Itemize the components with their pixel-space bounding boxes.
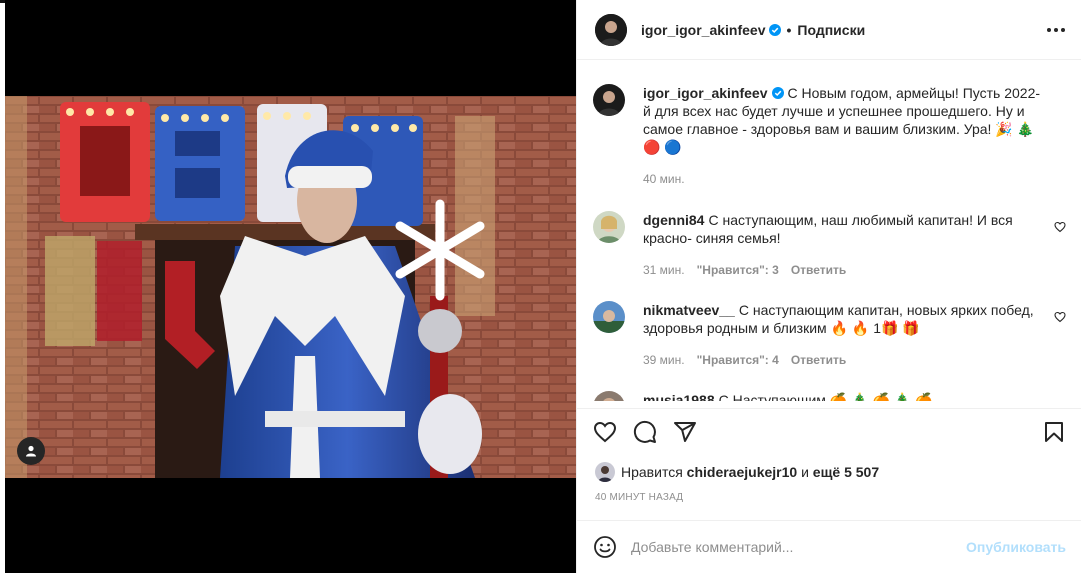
- comment-avatar[interactable]: [593, 391, 625, 401]
- verified-icon: [771, 87, 784, 99]
- add-comment-bar: Опубликовать: [577, 520, 1081, 573]
- author-avatar[interactable]: [595, 13, 627, 46]
- reply-button[interactable]: Ответить: [791, 351, 846, 369]
- post-photo[interactable]: [5, 96, 576, 478]
- comment-avatar[interactable]: [593, 211, 625, 243]
- comment-item: musja1988 С Наступающим 🍊 🎄 🍊 🎄 🍊: [593, 391, 1066, 401]
- comment-likes[interactable]: "Нравится": 4: [697, 351, 779, 369]
- comment-username[interactable]: nikmatveev__: [643, 302, 735, 318]
- liker-avatar[interactable]: [595, 462, 615, 482]
- caption-time[interactable]: 40 мин.: [643, 170, 685, 188]
- reply-button[interactable]: Ответить: [791, 261, 846, 279]
- comment-heart-icon[interactable]: [1054, 221, 1066, 233]
- caption: igor_igor_akinfeev С Новым годом, армейцы…: [593, 84, 1066, 188]
- post-header: igor_igor_akinfeev • Подписки: [577, 0, 1081, 60]
- publish-button[interactable]: Опубликовать: [966, 539, 1066, 555]
- liker-username[interactable]: chideraejukejr10: [687, 464, 798, 480]
- comment-heart-icon[interactable]: [1054, 311, 1066, 323]
- caption-username[interactable]: igor_igor_akinfeev: [643, 85, 768, 101]
- author-username[interactable]: igor_igor_akinfeev: [641, 22, 766, 38]
- comment-time[interactable]: 31 мин.: [643, 261, 685, 279]
- comment-heart-icon[interactable]: [1054, 400, 1066, 401]
- following-button[interactable]: Подписки: [797, 22, 865, 38]
- user-tag-icon: [26, 445, 36, 457]
- comment-text: С Наступающим 🍊 🎄 🍊 🎄 🍊: [718, 392, 933, 401]
- likes-connector: и: [801, 464, 809, 480]
- likes-count-button[interactable]: ещё 5 507: [813, 464, 879, 480]
- likes-prefix: Нравится: [621, 464, 683, 480]
- emoji-icon[interactable]: [593, 535, 617, 559]
- caption-avatar[interactable]: [593, 84, 625, 116]
- heart-icon[interactable]: [593, 420, 617, 444]
- post-media-area: [5, 0, 576, 573]
- comment-username[interactable]: dgenni84: [643, 212, 704, 228]
- separator-dot: •: [786, 21, 792, 38]
- likes-summary: Нравится chideraejukejr10 и ещё 5 507: [595, 462, 879, 482]
- bookmark-icon[interactable]: [1042, 420, 1066, 444]
- verified-icon: [768, 23, 781, 36]
- comment-item: nikmatveev__ С наступающим капитан, новых…: [593, 301, 1066, 369]
- comment-avatar[interactable]: [593, 301, 625, 333]
- comment-input[interactable]: [631, 539, 967, 555]
- comment-icon[interactable]: [633, 420, 657, 444]
- comment-username[interactable]: musja1988: [643, 392, 715, 401]
- share-icon[interactable]: [673, 420, 697, 444]
- post-actions-bar: [577, 408, 1081, 454]
- comment-item: dgenni84 С наступающим, наш любимый капит…: [593, 211, 1066, 279]
- comment-likes[interactable]: "Нравится": 3: [697, 261, 779, 279]
- post-side-panel: igor_igor_akinfeev • Подписки igor_igor_…: [576, 0, 1081, 573]
- more-options-icon[interactable]: [1047, 27, 1065, 32]
- post-timestamp[interactable]: 40 МИНУТ НАЗАД: [595, 492, 683, 503]
- user-tag-button[interactable]: [17, 437, 45, 465]
- comment-time[interactable]: 39 мин.: [643, 351, 685, 369]
- comments-list[interactable]: igor_igor_akinfeev С Новым годом, армейцы…: [577, 61, 1081, 401]
